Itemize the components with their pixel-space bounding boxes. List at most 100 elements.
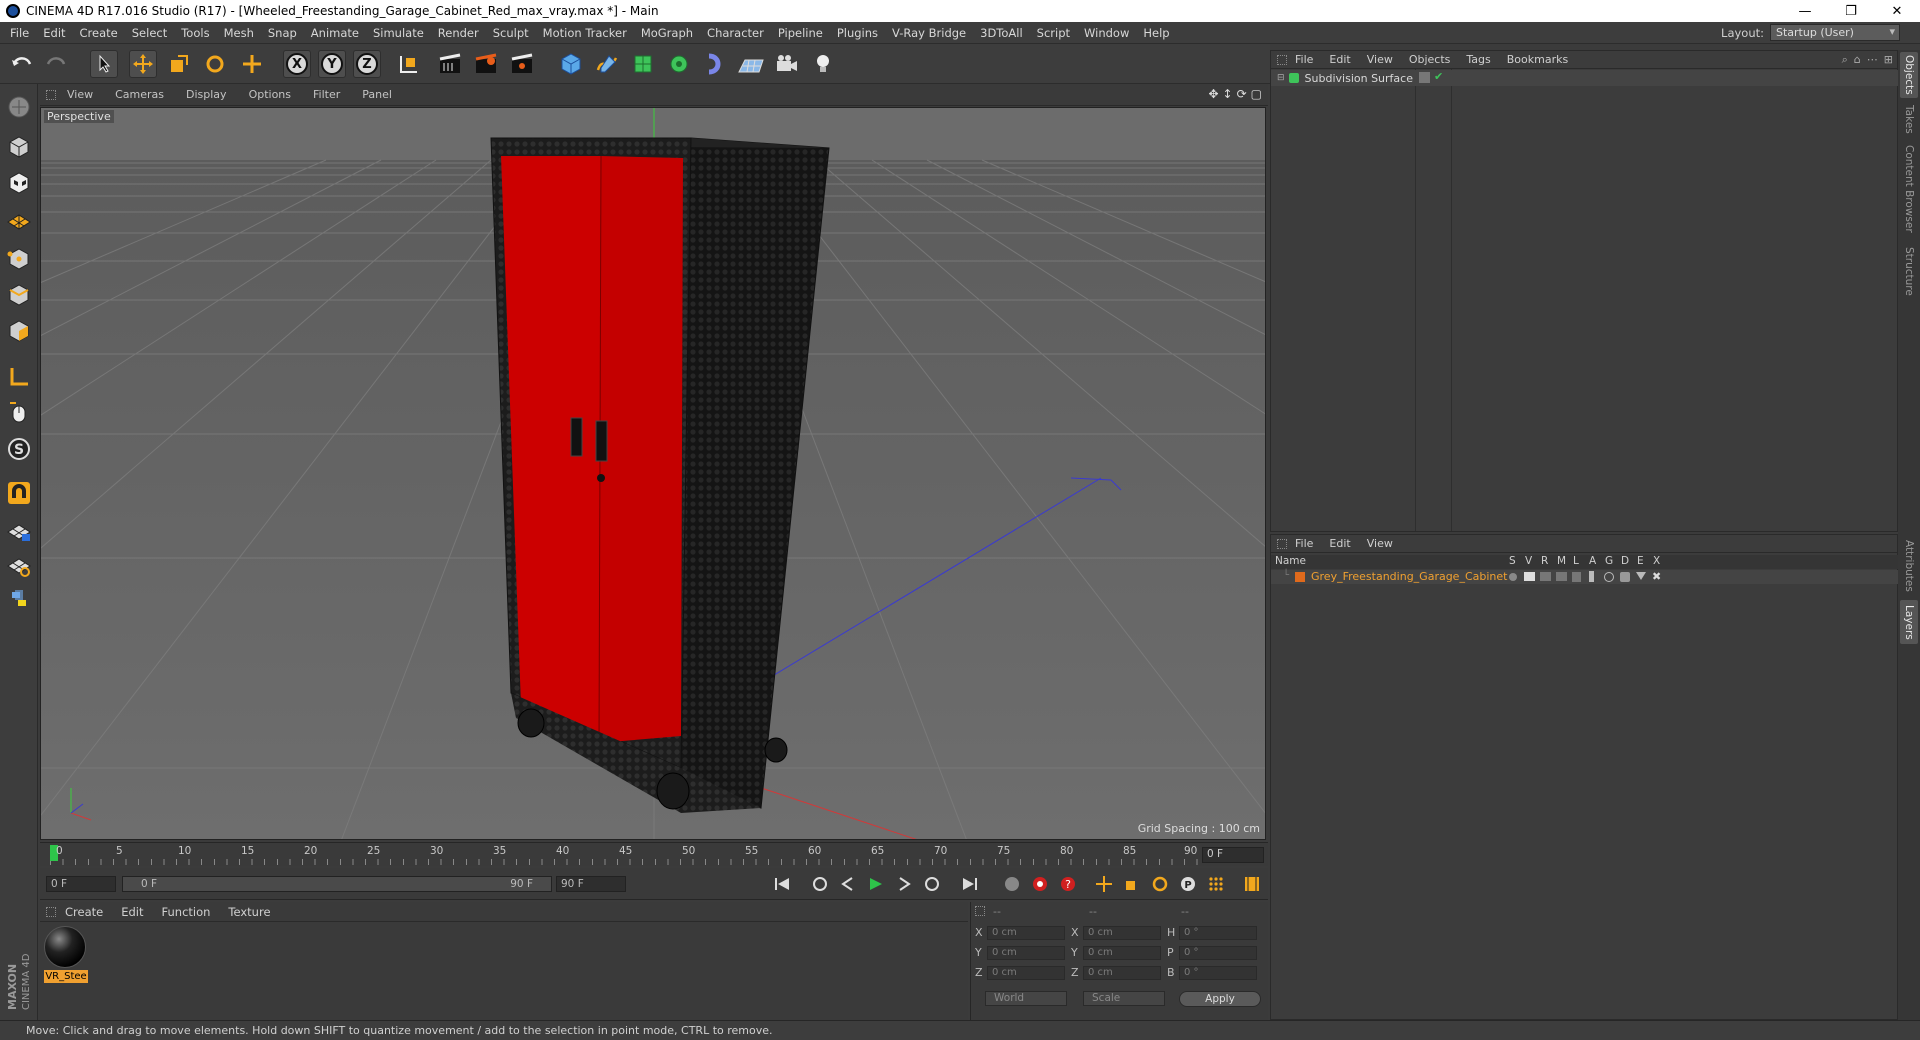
play-forward-icon[interactable] [864, 873, 888, 895]
tab-attributes[interactable]: Attributes [1900, 536, 1918, 596]
viewport-maximize-icon[interactable]: ▢ [1251, 87, 1262, 101]
menu-window[interactable]: Window [1077, 26, 1136, 40]
menu-help[interactable]: Help [1136, 26, 1176, 40]
menu-simulate[interactable]: Simulate [366, 26, 431, 40]
render-settings-icon[interactable] [508, 50, 536, 78]
layer-color-swatch[interactable] [1295, 572, 1305, 582]
edges-mode-icon[interactable] [4, 280, 34, 310]
menu-character[interactable]: Character [700, 26, 771, 40]
viewport-dolly-icon[interactable]: ↕ [1223, 87, 1233, 101]
redo-icon[interactable] [42, 50, 70, 78]
viewport-menu-panel[interactable]: Panel [351, 88, 403, 101]
layer-solo-icon[interactable] [1509, 573, 1517, 581]
tab-structure[interactable]: Structure [1900, 244, 1918, 298]
viewport-menu-cameras[interactable]: Cameras [104, 88, 175, 101]
layer-animation-icon[interactable] [1589, 571, 1594, 582]
start-frame-field[interactable]: 0 F [46, 876, 116, 892]
menu-create[interactable]: Create [73, 26, 125, 40]
material-menu-texture[interactable]: Texture [219, 905, 279, 919]
viewport-pan-icon[interactable]: ✥ [1208, 87, 1218, 101]
camera-icon[interactable] [773, 50, 801, 78]
material-menu-create[interactable]: Create [56, 905, 112, 919]
material-menu-function[interactable]: Function [153, 905, 220, 919]
menu-pipeline[interactable]: Pipeline [771, 26, 830, 40]
scale-tool-icon[interactable] [165, 50, 193, 78]
record-parameter-icon[interactable]: P [1176, 873, 1200, 895]
expand-toggle-icon[interactable]: ⊟ [1277, 73, 1285, 83]
pos-z-field[interactable]: 0 cm [987, 966, 1065, 980]
menu-select[interactable]: Select [125, 26, 174, 40]
next-key-icon[interactable] [920, 873, 944, 895]
workplane-snap-icon[interactable] [4, 550, 34, 580]
material-menu-edit[interactable]: Edit [112, 905, 152, 919]
current-frame-field[interactable]: 0 F [1202, 847, 1264, 863]
deformer-icon[interactable] [701, 50, 729, 78]
3d-viewport[interactable]: Perspective Grid Spacing : 100 cm [40, 107, 1266, 840]
pos-x-field[interactable]: 0 cm [987, 926, 1065, 940]
go-to-end-icon[interactable] [958, 873, 982, 895]
tab-layers[interactable]: Layers [1900, 600, 1918, 644]
layer-generator-icon[interactable] [1604, 572, 1614, 582]
record-keyframe-icon[interactable] [1000, 873, 1024, 895]
cube-primitive-icon[interactable] [557, 50, 585, 78]
menu-vray-bridge[interactable]: V-Ray Bridge [885, 26, 973, 40]
object-menu-bookmarks[interactable]: Bookmarks [1499, 53, 1576, 66]
menu-animate[interactable]: Animate [304, 26, 366, 40]
apply-button[interactable]: Apply [1179, 991, 1261, 1007]
coord-mode-dropdown[interactable]: Scale [1083, 991, 1165, 1006]
array-icon[interactable] [665, 50, 693, 78]
timeline-ruler[interactable]: 0 5 10 15 20 25 30 35 40 45 50 55 60 65 … [40, 842, 1268, 866]
light-icon[interactable] [809, 50, 837, 78]
layer-render-icon[interactable] [1540, 572, 1551, 581]
move-tool-icon[interactable] [129, 50, 157, 78]
coord-space-dropdown[interactable]: World [985, 991, 1067, 1006]
viewport-menu-view[interactable]: View [56, 88, 104, 101]
python-icon[interactable] [4, 584, 34, 614]
material-thumbnail[interactable]: VR_Stee [44, 926, 88, 984]
object-menu-objects[interactable]: Objects [1401, 53, 1459, 66]
layer-menu-file[interactable]: File [1287, 537, 1321, 550]
layer-name[interactable]: Grey_Freestanding_Garage_Cabinet [1311, 570, 1507, 583]
layer-xref-icon[interactable]: ✖ [1652, 570, 1661, 583]
record-scale-icon[interactable] [1120, 873, 1144, 895]
layer-row[interactable]: └ Grey_Freestanding_Garage_Cabinet ✖ [1271, 570, 1899, 584]
pen-spline-icon[interactable] [593, 50, 621, 78]
keyframe-selection-icon[interactable]: ? [1056, 873, 1080, 895]
record-position-icon[interactable] [1092, 873, 1116, 895]
menu-3dtoall[interactable]: 3DToAll [973, 26, 1030, 40]
go-to-start-icon[interactable] [770, 873, 794, 895]
tab-content-browser[interactable]: Content Browser [1900, 142, 1918, 236]
restore-button[interactable]: ❐ [1828, 0, 1874, 22]
previous-key-icon[interactable] [808, 873, 832, 895]
size-z-field[interactable]: 0 cm [1083, 966, 1161, 980]
coordinate-system-icon[interactable] [394, 50, 422, 78]
workplane-mode-icon[interactable] [4, 204, 34, 234]
viewport-menu-options[interactable]: Options [238, 88, 302, 101]
layer-deformer-icon[interactable] [1620, 572, 1630, 582]
make-editable-icon[interactable] [4, 92, 34, 122]
menu-tools[interactable]: Tools [174, 26, 216, 40]
axis-mode-icon[interactable] [4, 362, 34, 392]
object-expand-icon[interactable]: ⊞ [1884, 53, 1893, 67]
subdivision-surface-icon[interactable] [629, 50, 657, 78]
model-mode-icon[interactable] [4, 132, 34, 162]
layout-dropdown[interactable]: Startup (User) [1770, 24, 1900, 41]
close-button[interactable]: ✕ [1874, 0, 1920, 22]
transform-tool-icon[interactable] [238, 50, 266, 78]
enabled-check-icon[interactable]: ✔ [1434, 70, 1443, 83]
menu-mesh[interactable]: Mesh [217, 26, 261, 40]
texture-mode-icon[interactable] [4, 168, 34, 198]
minimize-button[interactable]: — [1782, 0, 1828, 22]
timeline-icon[interactable] [1240, 873, 1264, 895]
layer-expression-icon[interactable] [1636, 572, 1646, 580]
layer-lock-icon[interactable] [1572, 572, 1581, 582]
object-row-subdivision[interactable]: ⊟ Subdivision Surface ✔ [1271, 70, 1899, 86]
menu-file[interactable]: File [3, 26, 36, 40]
viewport-menu-display[interactable]: Display [175, 88, 238, 101]
record-rotation-icon[interactable] [1148, 873, 1172, 895]
menu-script[interactable]: Script [1030, 26, 1077, 40]
menu-snap[interactable]: Snap [261, 26, 304, 40]
rotate-tool-icon[interactable] [201, 50, 229, 78]
rot-b-field[interactable]: 0 ° [1179, 966, 1257, 980]
y-axis-lock-button[interactable]: Y [318, 50, 346, 78]
